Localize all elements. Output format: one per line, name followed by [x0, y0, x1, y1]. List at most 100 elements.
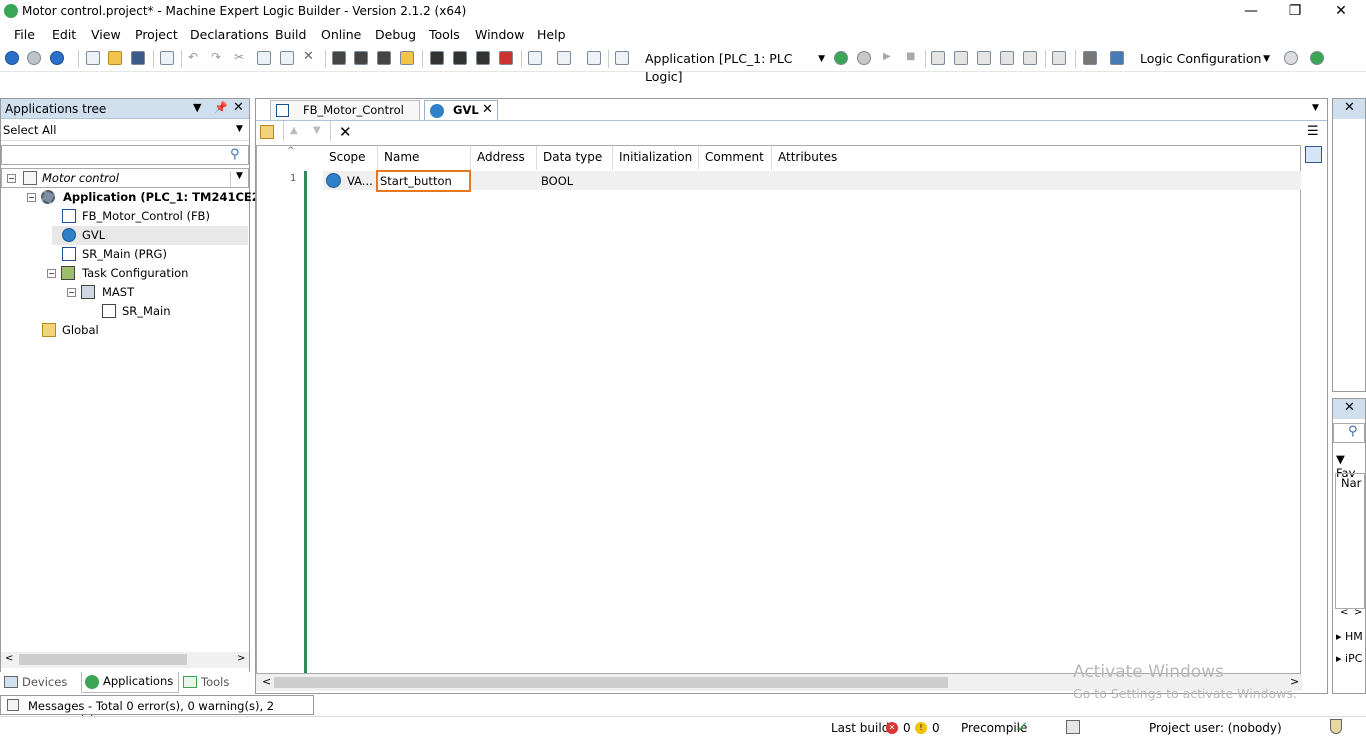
tab-applications-tree[interactable]: Applications t...	[81, 672, 179, 707]
bookmark-icon[interactable]	[430, 51, 444, 65]
copy-project-icon[interactable]	[528, 51, 542, 65]
column-header-scope[interactable]: Scope	[329, 150, 366, 164]
textual-view-icon[interactable]: ☰	[1307, 124, 1319, 139]
menu-online[interactable]: Online	[321, 27, 361, 42]
close-window-button[interactable]: ✕	[1318, 0, 1364, 24]
tree-node-gvl[interactable]: GVL	[52, 226, 248, 245]
column-header-initialization[interactable]: Initialization	[619, 150, 692, 164]
chevron-down-icon[interactable]: ▼	[230, 171, 248, 187]
toolbox-search-input[interactable]: ⚲	[1333, 423, 1365, 443]
tree-node-task-configuration[interactable]: − Task Configuration	[44, 264, 248, 283]
application-combo[interactable]: Application [PLC_1: PLC Logic] ▼	[641, 50, 829, 84]
column-header-comment[interactable]: Comment	[705, 150, 764, 164]
tree-node-fb-motor-control[interactable]: FB_Motor_Control (FB)	[60, 207, 248, 226]
status-indicator-icon[interactable]	[1310, 51, 1324, 65]
scroll-left-icon[interactable]: <	[262, 675, 271, 688]
paste-icon[interactable]	[280, 51, 294, 65]
tree-node-sr-main[interactable]: SR_Main (PRG)	[60, 245, 248, 264]
run-to-cursor-icon[interactable]	[1023, 51, 1037, 65]
select-all-dropdown[interactable]: Select All ▼	[1, 120, 249, 141]
close-panel-icon[interactable]: ✕	[1344, 100, 1355, 115]
menu-project[interactable]: Project	[135, 27, 178, 42]
collapse-icon[interactable]: −	[27, 193, 36, 202]
undo-icon[interactable]: ↶	[188, 51, 202, 65]
cell-scope[interactable]: VA...	[347, 174, 373, 188]
screen-icon[interactable]	[1110, 51, 1124, 65]
menu-debug[interactable]: Debug	[375, 27, 416, 42]
delete-icon[interactable]: ✕	[303, 50, 317, 65]
collapse-header-icon[interactable]: ^	[287, 146, 295, 156]
stop-icon[interactable]: ■	[906, 51, 920, 65]
find-prev-icon[interactable]	[377, 51, 391, 65]
add-object-icon[interactable]	[557, 51, 571, 65]
menu-tools[interactable]: Tools	[429, 27, 460, 42]
close-panel-icon[interactable]: ✕	[233, 100, 244, 115]
collapse-icon[interactable]: −	[7, 174, 16, 183]
menu-window[interactable]: Window	[475, 27, 524, 42]
tab-gvl[interactable]: GVL ✕	[424, 100, 498, 120]
menu-build[interactable]: Build	[275, 27, 306, 42]
new-project-icon[interactable]	[86, 51, 100, 65]
move-up-icon[interactable]: ▲	[290, 125, 298, 136]
scroll-thumb[interactable]	[274, 677, 948, 688]
menu-view[interactable]: View	[91, 27, 121, 42]
tree-node-global[interactable]: Global	[40, 321, 248, 340]
tree-search-input[interactable]: ⚲	[1, 145, 249, 165]
ipc-section[interactable]: ▸ iPC	[1336, 652, 1362, 665]
hmi-section[interactable]: ▸ HM	[1336, 630, 1363, 643]
menu-edit[interactable]: Edit	[52, 27, 76, 42]
step-over-icon[interactable]	[954, 51, 968, 65]
close-tab-icon[interactable]: ✕	[482, 101, 493, 119]
breakpoint-icon[interactable]	[931, 51, 945, 65]
scroll-right-icon[interactable]: >	[237, 653, 245, 664]
step-into-icon[interactable]	[977, 51, 991, 65]
move-down-icon[interactable]: ▼	[313, 125, 321, 136]
tab-list-dropdown-icon[interactable]: ▼	[1312, 103, 1319, 113]
export-icon[interactable]	[587, 51, 601, 65]
start-icon[interactable]: ▶	[883, 51, 897, 65]
prev-bookmark-icon[interactable]	[476, 51, 490, 65]
menu-declarations[interactable]: Declarations	[190, 27, 269, 42]
column-header-address[interactable]: Address	[477, 150, 525, 164]
redo-icon[interactable]: ↷	[211, 51, 225, 65]
cut-icon[interactable]: ✂	[234, 51, 248, 65]
maximize-button[interactable]: ❐	[1272, 0, 1318, 24]
panel-menu-icon[interactable]: ▼	[193, 101, 201, 114]
save-icon[interactable]	[131, 51, 145, 65]
tab-fb-motor-control[interactable]: FB_Motor_Control	[270, 100, 420, 120]
find-icon[interactable]	[332, 51, 346, 65]
pin-icon[interactable]: 📌	[214, 101, 228, 114]
clear-bookmarks-icon[interactable]	[499, 51, 513, 65]
logout-icon[interactable]	[857, 51, 871, 65]
delete-variable-icon[interactable]: ✕	[339, 123, 352, 141]
shield-icon[interactable]	[1330, 719, 1342, 734]
minimize-button[interactable]: —	[1228, 0, 1274, 24]
tree-node-application[interactable]: − Application (PLC_1: TM241CE24R)	[24, 188, 282, 207]
tabular-view-icon[interactable]	[1305, 146, 1322, 163]
open-project-icon[interactable]	[108, 51, 122, 65]
navigate-dropdown-icon[interactable]	[50, 51, 64, 65]
monitor-icon[interactable]	[1083, 51, 1097, 65]
column-header-name[interactable]: Name	[384, 150, 419, 164]
print-icon[interactable]	[160, 51, 174, 65]
column-header-data-type[interactable]: Data type	[543, 150, 602, 164]
find-next-icon[interactable]	[354, 51, 368, 65]
name-cell-editor[interactable]: Start_button	[376, 170, 471, 192]
collapse-icon[interactable]: −	[47, 269, 56, 278]
cell-data-type[interactable]: BOOL	[541, 174, 573, 188]
column-header-attributes[interactable]: Attributes	[778, 150, 837, 164]
scroll-right-icon[interactable]: >	[1354, 607, 1362, 618]
collapse-icon[interactable]: −	[67, 288, 76, 297]
menu-help[interactable]: Help	[537, 27, 566, 42]
scroll-left-icon[interactable]: <	[1340, 607, 1348, 618]
tree-node-sr-main-call[interactable]: SR_Main	[100, 302, 248, 321]
step-out-icon[interactable]	[1000, 51, 1014, 65]
device-grid-icon[interactable]	[615, 51, 629, 65]
forward-icon[interactable]	[27, 51, 41, 65]
scroll-left-icon[interactable]: <	[5, 653, 13, 664]
tab-devices-tree[interactable]: Devices t...	[2, 673, 80, 707]
configuration-combo[interactable]: Logic Configuration ▼	[1136, 50, 1274, 70]
menu-file[interactable]: File	[14, 27, 35, 42]
replace-icon[interactable]	[400, 51, 414, 65]
write-values-icon[interactable]	[1052, 51, 1066, 65]
